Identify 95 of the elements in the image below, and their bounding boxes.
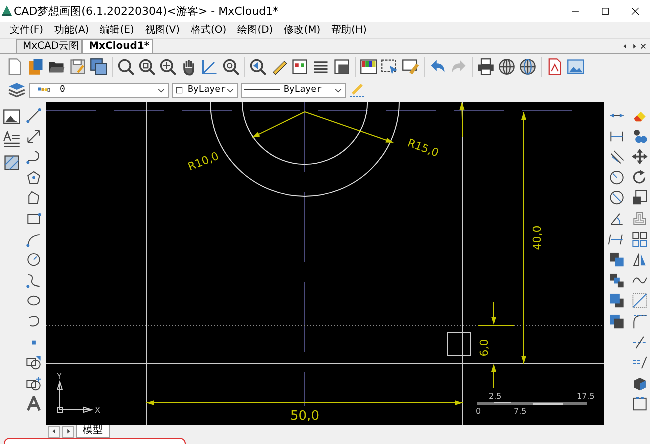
scale-icon[interactable] bbox=[631, 190, 649, 206]
copy-objects-icon[interactable] bbox=[631, 128, 649, 144]
spline-icon[interactable] bbox=[25, 272, 43, 288]
circle-icon[interactable] bbox=[25, 252, 43, 268]
dimension-label: R15,0 bbox=[406, 136, 441, 160]
select-cursor-icon[interactable] bbox=[381, 58, 399, 76]
close-icon[interactable] bbox=[640, 42, 647, 50]
menu-item[interactable]: 绘图(D) bbox=[238, 23, 274, 37]
viewport-icon[interactable] bbox=[631, 396, 649, 412]
array-icon[interactable] bbox=[631, 232, 649, 248]
dimension-label: 50,0 bbox=[290, 409, 320, 424]
bring-forward-icon[interactable] bbox=[608, 252, 626, 268]
hatch-icon[interactable] bbox=[3, 154, 21, 172]
layer-dropdown[interactable]: 0 bbox=[29, 82, 169, 98]
axis-label: X bbox=[95, 406, 100, 415]
brush-icon[interactable] bbox=[402, 58, 420, 76]
image-icon[interactable] bbox=[567, 58, 585, 76]
maximize-icon[interactable] bbox=[600, 6, 610, 16]
save-icon[interactable] bbox=[69, 58, 87, 76]
printer-icon[interactable] bbox=[477, 58, 495, 76]
insert-block-icon[interactable] bbox=[25, 355, 43, 371]
menu-item[interactable]: 修改(M) bbox=[284, 23, 321, 37]
menu-item[interactable]: 功能(A) bbox=[54, 23, 90, 37]
send-to-back-icon[interactable] bbox=[608, 314, 626, 330]
document-tab[interactable]: MxCloud1* bbox=[82, 39, 153, 53]
axis-label: Y bbox=[57, 372, 62, 381]
move-arrows-icon[interactable] bbox=[631, 149, 649, 165]
zoom-window-icon[interactable] bbox=[138, 58, 156, 76]
tab-scroll-left-button[interactable] bbox=[48, 426, 60, 438]
scale-label: 0 bbox=[476, 407, 482, 416]
ucs-axes-icon bbox=[56, 380, 94, 414]
fillet-icon[interactable] bbox=[631, 314, 649, 330]
color-table-icon[interactable] bbox=[360, 58, 378, 76]
text-lines-icon[interactable] bbox=[3, 131, 21, 149]
double-arrow-icon[interactable] bbox=[25, 128, 43, 144]
extend-icon[interactable] bbox=[631, 355, 649, 371]
scroll-right-icon[interactable] bbox=[631, 42, 638, 50]
dimension-arrow bbox=[492, 364, 496, 388]
square-icon[interactable] bbox=[333, 58, 351, 76]
dimension-label: 6,0 bbox=[478, 339, 491, 357]
zoom-previous-icon[interactable] bbox=[249, 58, 267, 76]
text-icon[interactable] bbox=[25, 396, 43, 412]
scale-label: 2.5 bbox=[489, 392, 502, 401]
pentagon-icon[interactable] bbox=[25, 170, 43, 186]
line-sample-icon bbox=[244, 89, 280, 91]
bring-to-front-icon[interactable] bbox=[608, 293, 626, 309]
left-arrow-icon bbox=[50, 428, 58, 435]
pencil-icon[interactable] bbox=[270, 58, 288, 76]
stretch-icon[interactable] bbox=[631, 293, 649, 309]
dimension-label: R10,0 bbox=[186, 150, 221, 174]
globe-icon[interactable] bbox=[498, 58, 516, 76]
right-arrow-icon bbox=[64, 428, 72, 435]
drawing-canvas[interactable]: R10,0 R15,0 40,0 6,0 50,0 Y X 2.5 17.5 0 7.5 bbox=[46, 102, 604, 425]
break-icon[interactable] bbox=[631, 334, 649, 350]
app-logo-icon bbox=[0, 4, 14, 18]
create-block-icon[interactable] bbox=[25, 376, 43, 392]
scale-label: 17.5 bbox=[577, 392, 595, 401]
save-all-icon[interactable] bbox=[90, 58, 108, 76]
box-3d-icon[interactable] bbox=[631, 376, 649, 392]
diameter-dimension-icon[interactable] bbox=[608, 190, 626, 206]
dimension-label: 40,0 bbox=[531, 226, 544, 250]
color-swatch-icon bbox=[175, 86, 184, 94]
send-backward-icon[interactable] bbox=[608, 272, 626, 288]
menu-item[interactable]: 视图(V) bbox=[145, 23, 180, 37]
picture-icon[interactable] bbox=[3, 108, 21, 126]
offset-icon[interactable] bbox=[631, 210, 649, 227]
dimension-arrow bbox=[492, 302, 496, 325]
close-icon[interactable] bbox=[630, 6, 640, 16]
axes-icon[interactable] bbox=[201, 58, 219, 76]
layers-icon[interactable] bbox=[8, 81, 26, 99]
globe-icon[interactable] bbox=[519, 58, 537, 76]
menu-item[interactable]: 文件(F) bbox=[10, 23, 44, 37]
rectangle-icon[interactable] bbox=[25, 210, 43, 227]
layout-tab[interactable]: 模型 bbox=[76, 425, 110, 438]
linetype-dropdown[interactable]: ByLayer bbox=[241, 82, 346, 98]
scroll-left-icon[interactable] bbox=[622, 42, 629, 50]
line-icon[interactable] bbox=[25, 108, 43, 124]
menu-item[interactable]: 编辑(E) bbox=[100, 23, 134, 37]
panel-icon[interactable] bbox=[291, 58, 309, 76]
leader-line bbox=[460, 102, 465, 138]
aligned-dimension-icon[interactable] bbox=[608, 149, 626, 165]
menu-item[interactable]: 帮助(H) bbox=[332, 23, 367, 37]
scale-label: 7.5 bbox=[514, 407, 527, 416]
zoom-extents-icon[interactable] bbox=[159, 58, 177, 76]
radius-dimension-icon[interactable] bbox=[608, 170, 626, 186]
window-title: CAD梦想画图(6.1.20220304)<游客> - MxCloud1* bbox=[14, 4, 280, 18]
pdf-file-icon[interactable] bbox=[546, 58, 564, 76]
document-tab[interactable]: MxCAD云图 bbox=[16, 39, 82, 53]
tab-scroll-right-button[interactable] bbox=[62, 426, 74, 438]
arc-icon[interactable] bbox=[25, 232, 43, 248]
menu-item[interactable]: 格式(O) bbox=[191, 23, 227, 37]
new-document-icon[interactable] bbox=[6, 58, 24, 76]
color-dropdown[interactable]: ByLayer bbox=[172, 82, 238, 98]
zoom-realtime-icon[interactable] bbox=[117, 58, 135, 76]
zoom-circle-icon[interactable] bbox=[222, 58, 240, 76]
